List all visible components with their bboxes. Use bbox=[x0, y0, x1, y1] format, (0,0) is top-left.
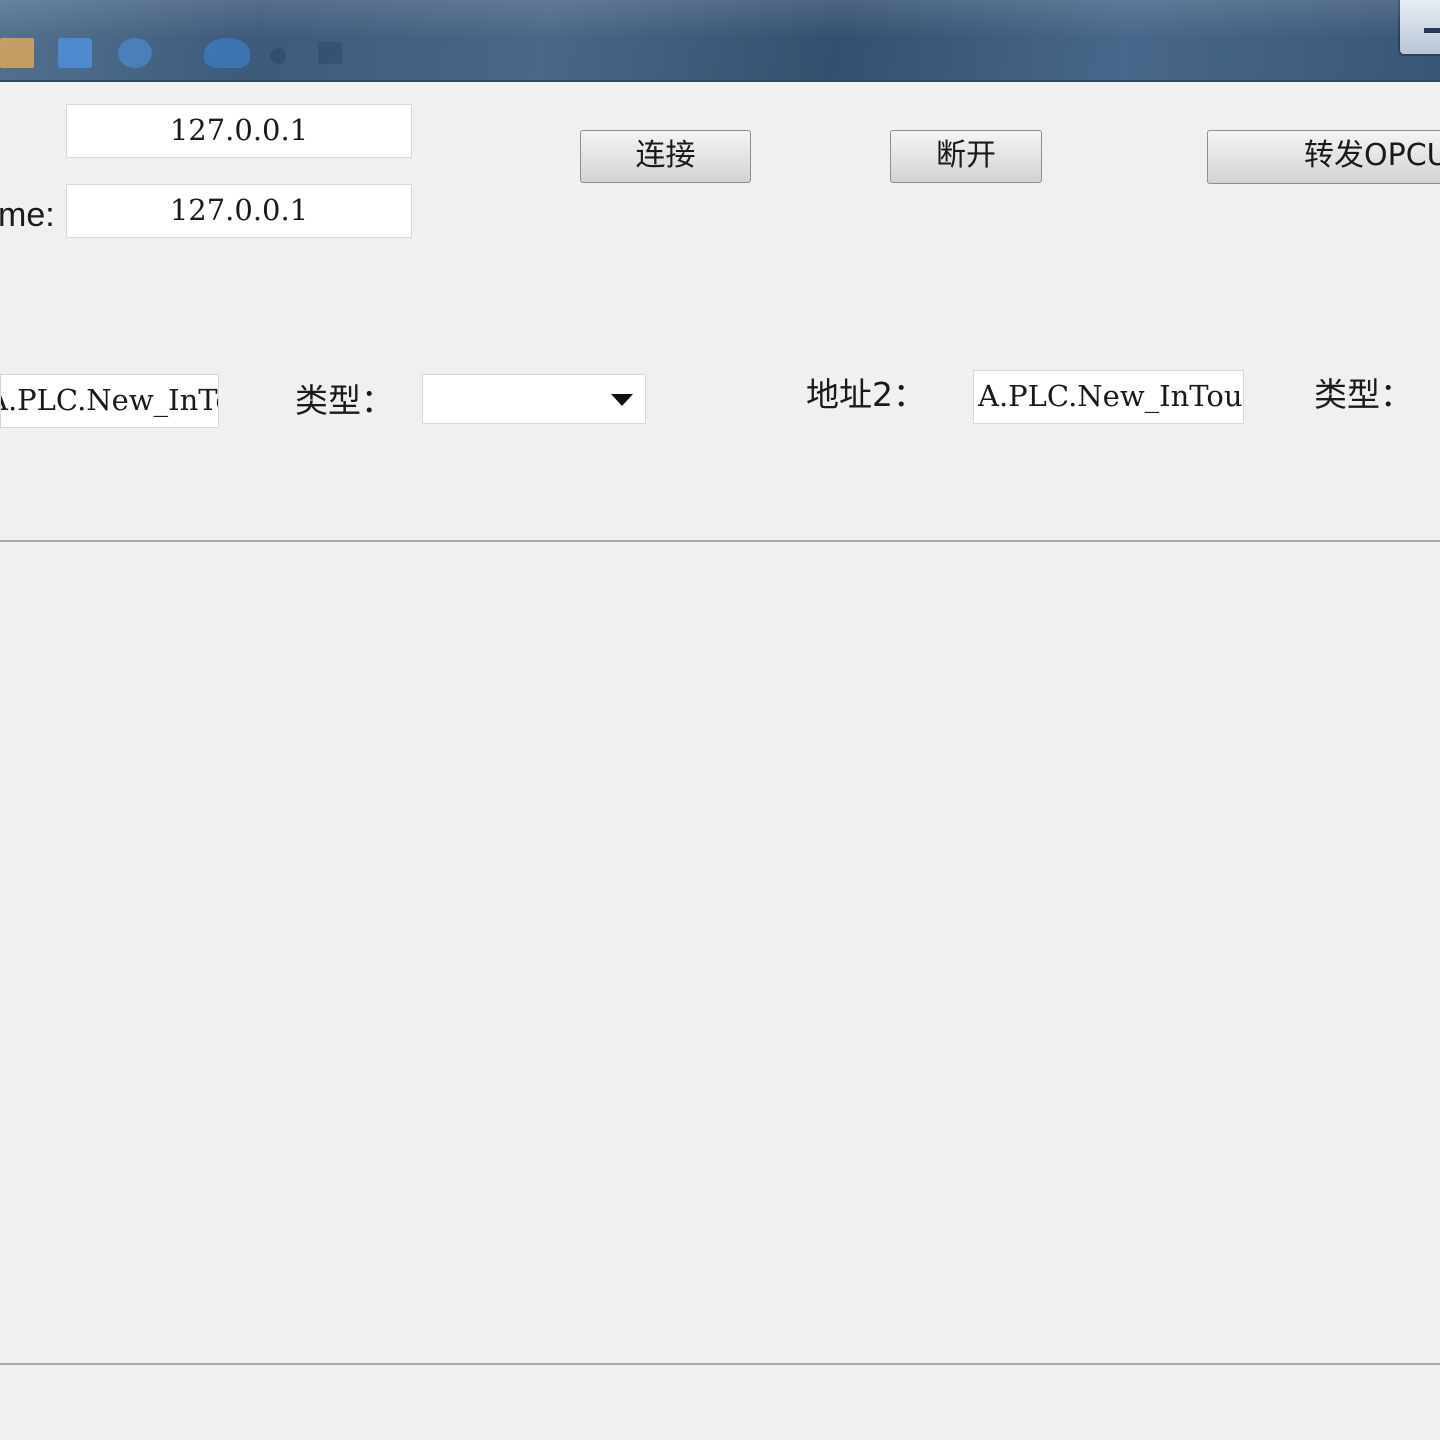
hostname-input[interactable]: 127.0.0.1 bbox=[66, 184, 412, 238]
undo-icon[interactable] bbox=[204, 38, 250, 68]
refresh-icon[interactable] bbox=[118, 38, 152, 68]
hostname-label: me: bbox=[0, 196, 55, 234]
address2-input[interactable]: A.PLC.New_InTouch bbox=[973, 370, 1244, 424]
bottom-divider bbox=[0, 1363, 1440, 1365]
save-icon[interactable] bbox=[58, 38, 92, 68]
open-icon[interactable] bbox=[0, 38, 34, 68]
type2-label: 类型： bbox=[1314, 375, 1413, 414]
host-input[interactable]: 127.0.0.1 bbox=[66, 104, 412, 158]
address2-label: 地址2： bbox=[806, 375, 926, 414]
section-divider bbox=[0, 540, 1440, 542]
forward-opcua-button[interactable]: 转发OPCUA bbox=[1207, 130, 1440, 184]
address1-input[interactable]: A.PLC.New_InTouch bbox=[0, 374, 219, 428]
minimize-button[interactable] bbox=[1398, 0, 1440, 56]
type1-label: 类型： bbox=[295, 381, 394, 420]
dropdown-icon[interactable] bbox=[318, 42, 342, 64]
type1-select[interactable] bbox=[422, 374, 646, 424]
connect-button[interactable]: 连接 bbox=[580, 130, 751, 183]
redo-icon[interactable] bbox=[270, 48, 286, 64]
title-bar bbox=[0, 0, 1440, 82]
chevron-down-icon bbox=[611, 394, 633, 406]
minimize-icon bbox=[1424, 28, 1440, 33]
disconnect-button[interactable]: 断开 bbox=[890, 130, 1042, 183]
